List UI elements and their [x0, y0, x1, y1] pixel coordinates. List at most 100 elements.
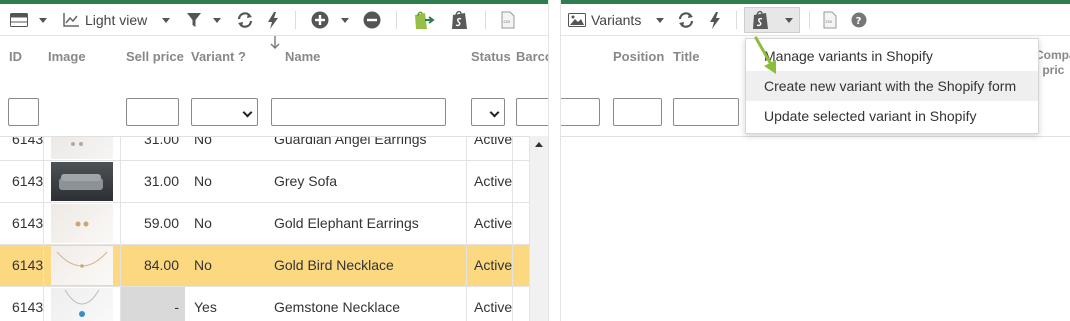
column-header-name[interactable]: Name	[285, 49, 320, 64]
chevron-down-icon	[39, 17, 47, 23]
table-row[interactable]: 6143 59.00 No Gold Elephant Earrings Act…	[0, 203, 529, 245]
help-icon[interactable]: ?	[849, 4, 869, 36]
chart-view-icon[interactable]	[62, 4, 80, 36]
product-thumbnail	[51, 137, 113, 159]
image-icon[interactable]	[567, 4, 587, 36]
chevron-down-icon	[489, 107, 500, 118]
variants-view-dropdown[interactable]	[653, 4, 667, 36]
row-name: Gemstone Necklace	[274, 299, 401, 315]
row-status: Active	[474, 215, 513, 231]
variant-filter-select[interactable]	[191, 98, 258, 126]
add-icon[interactable]	[310, 4, 330, 36]
toolbar-divider	[736, 11, 737, 29]
refresh-icon[interactable]	[676, 4, 696, 36]
row-variant: No	[194, 136, 212, 147]
filter-row	[0, 98, 548, 126]
product-thumbnail	[51, 288, 113, 321]
table-row[interactable]: 6143 31.00 No Grey Sofa Active	[0, 161, 529, 203]
name-filter-input[interactable]	[271, 98, 446, 126]
id-filter-input[interactable]	[8, 98, 39, 126]
shopify-export-icon[interactable]	[411, 4, 437, 36]
column-header-compare-price[interactable]: Compa	[1035, 48, 1070, 62]
row-name: Gold Bird Necklace	[274, 257, 394, 273]
row-status: Active	[474, 173, 513, 189]
row-id: 6143	[12, 257, 44, 273]
shopify-dropdown-toggle[interactable]	[782, 4, 796, 36]
row-status: Active	[474, 257, 513, 273]
row-id: 6143	[12, 215, 44, 231]
panel-splitter[interactable]	[548, 0, 561, 321]
status-filter-select[interactable]	[471, 98, 505, 126]
chevron-down-icon	[162, 17, 170, 23]
chevron-down-icon	[656, 17, 664, 23]
products-panel: Light view csv ID Image Sell price Varia…	[0, 0, 548, 321]
shopify-icon[interactable]	[750, 4, 772, 36]
svg-text:?: ?	[856, 16, 862, 27]
add-dropdown[interactable]	[338, 4, 352, 36]
column-headers: ID Image Sell price Variant ? Name Statu…	[0, 36, 548, 77]
table-row[interactable]: 6143 - Yes Gemstone Necklace Active	[0, 287, 529, 321]
variants-view-label[interactable]: Variants	[591, 4, 641, 36]
remove-icon[interactable]	[362, 4, 382, 36]
sort-arrow-icon	[268, 31, 282, 55]
row-variant: No	[194, 257, 212, 273]
filter-icon[interactable]	[184, 4, 204, 36]
csv-icon[interactable]: csv	[498, 4, 518, 36]
row-sell-price: 84.00	[143, 257, 179, 273]
barcode-filter-input[interactable]	[516, 98, 548, 126]
scroll-up-icon[interactable]	[535, 142, 543, 147]
grid-view-dropdown[interactable]	[36, 4, 50, 36]
table-row-selected[interactable]: 6143 84.00 No Gold Bird Necklace Active	[0, 245, 529, 287]
light-view-label[interactable]: Light view	[85, 4, 147, 36]
variants-toolbar: Variants csv ?	[561, 4, 1070, 36]
row-sell-price: -	[121, 287, 185, 321]
row-sell-price: 31.00	[143, 173, 179, 189]
column-header-variant[interactable]: Variant ?	[191, 49, 246, 64]
column-header-image[interactable]: Image	[48, 49, 86, 64]
menu-item-create-variant[interactable]: Create new variant with the Shopify form	[746, 71, 1038, 101]
filter-dropdown[interactable]	[210, 4, 224, 36]
column-header-title[interactable]: Title	[673, 49, 700, 64]
shopify-icon[interactable]	[449, 4, 471, 36]
row-variant: No	[194, 173, 212, 189]
column-header-id[interactable]: ID	[9, 49, 22, 64]
row-name: Grey Sofa	[274, 173, 338, 189]
column-header-sell-price[interactable]: Sell price	[126, 49, 184, 64]
vertical-scrollbar[interactable]	[529, 136, 548, 321]
column-header-position[interactable]: Position	[613, 49, 664, 64]
title-filter-input[interactable]	[673, 98, 739, 126]
product-thumbnail	[51, 162, 113, 201]
row-name: Guardian Angel Earrings	[274, 136, 427, 147]
menu-item-manage-variants[interactable]: Manage variants in Shopify	[746, 41, 1038, 71]
toolbar-divider	[485, 11, 486, 29]
chevron-down-icon	[213, 17, 221, 23]
row-sell-price: 59.00	[143, 215, 179, 231]
position-filter-input[interactable]	[613, 98, 662, 126]
lightning-icon[interactable]	[706, 4, 724, 36]
table-row[interactable]: 6143 31.00 No Guardian Angel Earrings Ac…	[0, 136, 529, 161]
grid-view-icon[interactable]	[8, 4, 30, 36]
menu-item-update-variant[interactable]: Update selected variant in Shopify	[746, 101, 1038, 131]
row-variant: No	[194, 215, 212, 231]
row-status: Active	[474, 299, 513, 315]
chevron-down-icon	[341, 17, 349, 23]
row-status: Active	[474, 136, 513, 147]
grid-top-border	[561, 136, 1070, 137]
refresh-icon[interactable]	[235, 4, 255, 36]
row-sell-price: 31.00	[143, 136, 179, 147]
price-filter-input[interactable]	[126, 98, 179, 126]
csv-icon[interactable]: csv	[820, 4, 840, 36]
column-header-status[interactable]: Status	[471, 49, 511, 64]
chevron-down-icon	[785, 17, 793, 23]
view-dropdown[interactable]	[159, 4, 173, 36]
variant-id-filter-input[interactable]	[561, 98, 600, 126]
svg-text:csv: csv	[504, 19, 511, 24]
shopify-dropdown-menu: Manage variants in Shopify Create new va…	[745, 38, 1039, 134]
toolbar-divider	[809, 11, 810, 29]
toolbar-divider	[295, 11, 296, 29]
toolbar-divider	[396, 11, 397, 29]
row-id: 6143	[12, 136, 44, 147]
column-header-barcode[interactable]: Barco	[516, 49, 548, 64]
row-variant: Yes	[194, 299, 217, 315]
column-header-compare-price-line2: t pric	[1035, 63, 1065, 77]
